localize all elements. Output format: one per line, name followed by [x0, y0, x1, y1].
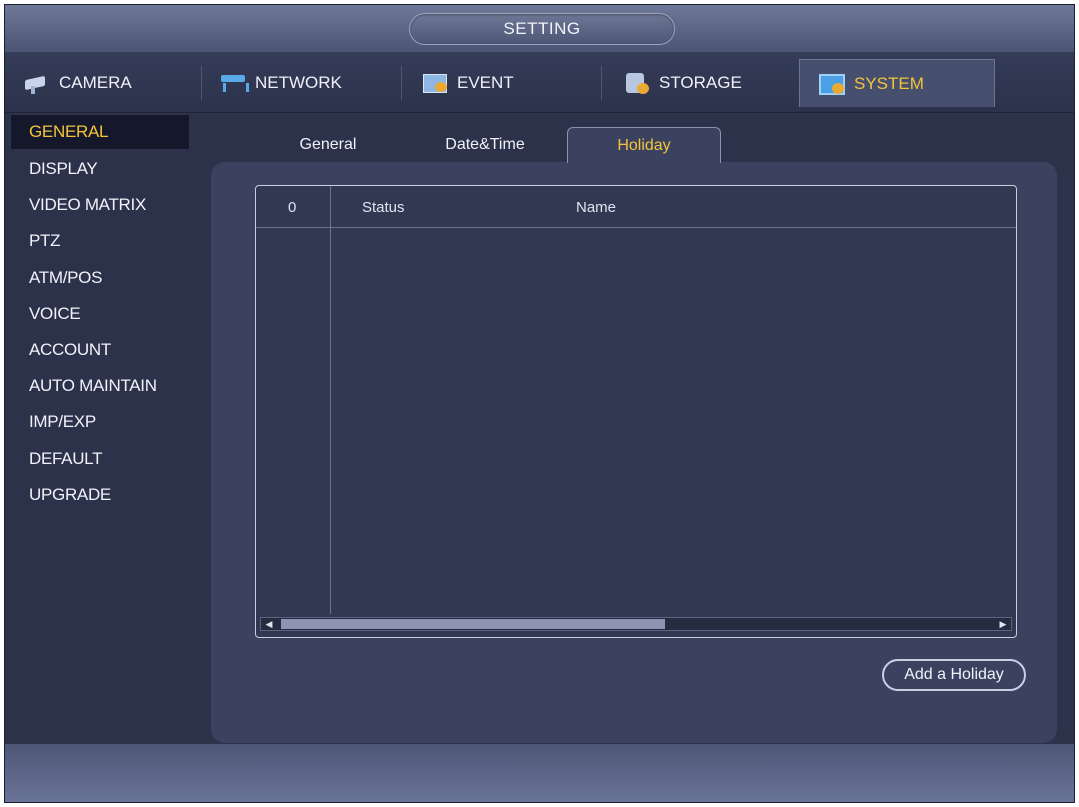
tab-network[interactable]: NETWORK: [219, 59, 342, 107]
tab-event-label: EVENT: [457, 73, 514, 92]
horizontal-scrollbar[interactable]: ◀ ▶: [260, 617, 1012, 631]
sidebar-item-display[interactable]: DISPLAY: [5, 151, 195, 187]
scroll-right-icon[interactable]: ▶: [995, 618, 1011, 630]
column-header-name[interactable]: Name: [576, 186, 616, 228]
table-header: 0 Status Name: [256, 186, 1016, 228]
system-icon: [818, 73, 848, 95]
sidebar-item-account[interactable]: ACCOUNT: [5, 332, 195, 368]
tab-storage[interactable]: STORAGE: [623, 59, 742, 107]
sidebar-item-auto-maintain[interactable]: AUTO MAINTAIN: [5, 368, 195, 404]
sidebar: GENERAL DISPLAY VIDEO MATRIX PTZ ATM/POS…: [5, 115, 195, 513]
tab-date-time[interactable]: Date&Time: [423, 127, 547, 163]
sidebar-item-upgrade[interactable]: UPGRADE: [5, 477, 195, 513]
sidebar-item-default[interactable]: DEFAULT: [5, 441, 195, 477]
tab-system[interactable]: SYSTEM: [799, 59, 995, 107]
setting-window: SETTING CAMERA NETWORK EVENT STORAGE SYS…: [4, 4, 1075, 803]
column-header-status[interactable]: Status: [362, 186, 405, 228]
sidebar-item-atm-pos[interactable]: ATM/POS: [5, 260, 195, 296]
tab-system-label: SYSTEM: [854, 73, 924, 93]
sub-tab-bar: General Date&Time Holiday: [211, 123, 1057, 163]
event-icon: [421, 72, 451, 94]
tab-event[interactable]: EVENT: [421, 59, 514, 107]
scrollbar-thumb[interactable]: [281, 619, 665, 629]
tab-camera-label: CAMERA: [59, 73, 132, 92]
storage-icon: [623, 72, 653, 94]
tab-general[interactable]: General: [273, 127, 383, 163]
tab-separator: [601, 66, 602, 100]
tab-separator: [201, 66, 202, 100]
sidebar-item-video-matrix[interactable]: VIDEO MATRIX: [5, 187, 195, 223]
scroll-left-icon[interactable]: ◀: [261, 618, 277, 630]
tab-separator: [401, 66, 402, 100]
column-header-index[interactable]: 0: [288, 186, 296, 228]
window-title: SETTING: [409, 13, 675, 45]
network-icon: [219, 72, 249, 94]
tab-network-label: NETWORK: [255, 73, 342, 92]
tab-camera[interactable]: CAMERA: [23, 59, 132, 107]
add-holiday-button[interactable]: Add a Holiday: [882, 659, 1026, 691]
sidebar-item-ptz[interactable]: PTZ: [5, 223, 195, 259]
sidebar-item-general[interactable]: GENERAL: [11, 115, 189, 149]
tab-holiday[interactable]: Holiday: [567, 127, 721, 163]
camera-icon: [23, 72, 53, 94]
sidebar-item-imp-exp[interactable]: IMP/EXP: [5, 404, 195, 440]
title-bar: SETTING: [5, 5, 1074, 52]
main-tab-bar: CAMERA NETWORK EVENT STORAGE SYSTEM: [5, 52, 1074, 113]
holiday-table: 0 Status Name ◀ ▶: [255, 185, 1017, 638]
tab-storage-label: STORAGE: [659, 73, 742, 92]
sidebar-item-voice[interactable]: VOICE: [5, 296, 195, 332]
bottom-bar: [5, 744, 1074, 802]
column-divider: [330, 186, 331, 614]
